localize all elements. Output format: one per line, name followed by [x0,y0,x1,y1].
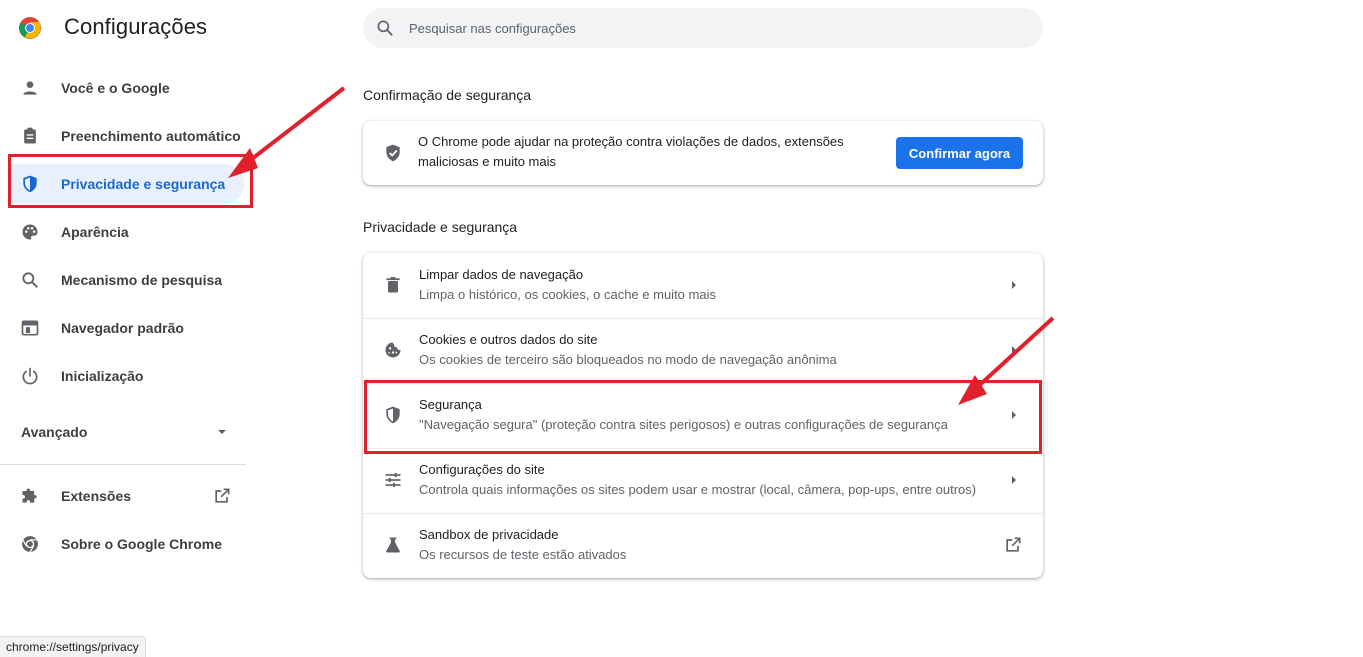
palette-icon [22,224,38,240]
check-now-button[interactable]: Confirmar agora [896,137,1023,169]
advanced-label: Avançado [21,424,88,440]
row-security[interactable]: Segurança "Navegação segura" (proteção c… [363,383,1043,448]
shield-icon [386,406,400,424]
chrome-logo-icon [19,17,41,39]
sidebar-item-label: Extensões [61,488,132,504]
sidebar-divider [0,464,246,465]
sidebar-item-label: Navegador padrão [61,320,184,336]
row-title: Segurança [419,397,482,412]
safety-check-card: O Chrome pode ajudar na proteção contra … [363,121,1043,185]
sidebar-item-label: Você e o Google [61,80,170,96]
caret-right-icon [1012,346,1016,354]
caret-down-icon [218,430,226,434]
annotation-arrow-sidebar [228,86,346,178]
sliders-icon [385,472,401,488]
row-title: Configurações do site [419,462,545,477]
sidebar-item-label: Sobre o Google Chrome [61,536,223,552]
status-bar-url: chrome://settings/privacy [0,636,146,657]
flask-icon [386,537,400,553]
safety-check-description: O Chrome pode ajudar na proteção contra … [418,134,844,169]
sidebar-item-appearance[interactable]: Aparência [8,212,244,252]
row-title: Limpar dados de navegação [419,267,584,282]
caret-right-icon [1012,476,1016,484]
trash-icon [386,277,400,293]
search-input[interactable] [409,8,1009,48]
sidebar-advanced-toggle[interactable]: Avançado [8,412,244,452]
sidebar-item-privacy-security[interactable]: Privacidade e segurança [8,164,244,204]
settings-search-bar[interactable] [363,8,1043,48]
privacy-card: Limpar dados de navegação Limpa o histór… [363,253,1043,578]
sidebar-item-default-browser[interactable]: Navegador padrão [8,308,244,348]
power-icon [22,367,38,385]
caret-right-icon [1012,281,1016,289]
row-title: Sandbox de privacidade [419,527,559,542]
row-subtitle: Os recursos de teste estão ativados [419,547,627,562]
sidebar-item-startup[interactable]: Inicialização [8,356,244,396]
row-subtitle: Controla quais informações os sites pode… [419,482,977,497]
browser-window-icon [21,320,39,336]
sidebar-item-label: Aparência [61,224,129,240]
open-in-new-icon [1006,537,1021,552]
row-site-settings[interactable]: Configurações do site Controla quais inf… [363,448,1043,513]
caret-right-icon [1012,411,1016,419]
sidebar-item-about-chrome[interactable]: Sobre o Google Chrome [8,524,244,564]
sidebar-item-you-and-google[interactable]: Você e o Google [8,68,244,108]
search-icon [377,20,393,36]
puzzle-icon [22,488,37,503]
section-title-privacy: Privacidade e segurança [363,219,518,235]
clipboard-icon [24,127,36,144]
row-cookies[interactable]: Cookies e outros dados do site Os cookie… [363,318,1043,383]
row-subtitle: "Navegação segura" (proteção contra site… [419,417,948,432]
row-privacy-sandbox[interactable]: Sandbox de privacidade Os recursos de te… [363,513,1043,578]
search-icon [22,272,38,288]
cookie-icon [385,342,401,358]
sidebar-item-search-engine[interactable]: Mecanismo de pesquisa [8,260,244,300]
row-title: Cookies e outros dados do site [419,332,598,347]
chrome-outline-icon [22,536,38,553]
sidebar-item-label: Preenchimento automático [61,128,241,144]
shield-icon [23,175,37,193]
sidebar-item-label: Inicialização [61,368,144,384]
row-subtitle: Os cookies de terceiro são bloqueados no… [419,352,837,367]
open-in-new-icon[interactable] [212,486,232,506]
person-icon [23,81,37,95]
row-subtitle: Limpa o histórico, os cookies, o cache e… [419,287,716,302]
sidebar-item-extensions[interactable]: Extensões [8,476,244,516]
sidebar-item-label: Privacidade e segurança [61,176,226,192]
row-clear-browsing-data[interactable]: Limpar dados de navegação Limpa o histór… [363,253,1043,318]
section-title-safety-check: Confirmação de segurança [363,87,532,103]
app-header: Configurações [0,0,260,56]
shield-check-icon [386,144,400,162]
sidebar-item-label: Mecanismo de pesquisa [61,272,223,288]
sidebar-item-autofill[interactable]: Preenchimento automático [8,116,244,156]
page-title: Configurações [64,14,208,39]
